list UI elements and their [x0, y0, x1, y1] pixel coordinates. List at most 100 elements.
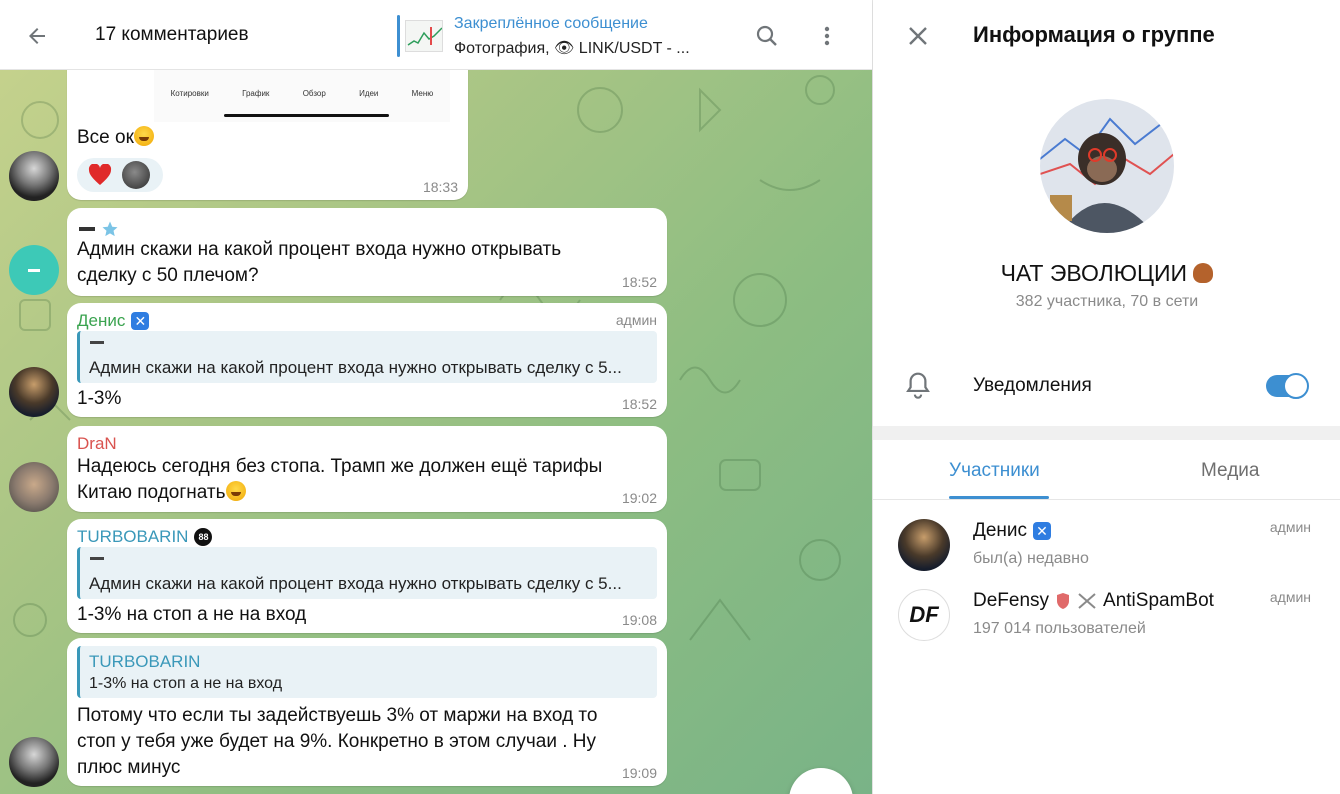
close-icon: [909, 27, 927, 45]
user-avatar[interactable]: [9, 462, 59, 512]
sender-name[interactable]: DraN: [77, 434, 117, 454]
member-item[interactable]: Денис ✕ был(а) недавно админ: [873, 514, 1340, 578]
photo-nav-item: Котировки: [170, 89, 209, 98]
bell-icon: [906, 372, 930, 399]
member-status: был(а) недавно: [973, 550, 1089, 567]
app-root: 17 комментариев Закреплённое сообщение Ф…: [0, 0, 1340, 794]
info-title: Информация о группе: [973, 22, 1215, 47]
crossed-swords-icon: [1078, 593, 1096, 609]
quote-sender-mark: [90, 341, 104, 344]
sender-name[interactable]: TURBOBARIN 88: [77, 527, 213, 547]
member-name: DeFensy AntiSpamBot: [973, 590, 1214, 611]
sender-mark: [79, 220, 119, 238]
tab-media[interactable]: Медиа: [1201, 460, 1259, 482]
group-info-header: Информация о группе ЧАТ ЭВОЛЮЦИИ 382 уча…: [873, 0, 1340, 426]
message-text: стоп у тебя уже будет на 9%. Конкретно в…: [77, 731, 596, 752]
reaction-avatar: [122, 161, 150, 189]
quote-text: 1-3% на стоп а не на вход: [89, 675, 283, 692]
user-avatar[interactable]: [9, 367, 59, 417]
star-icon: [102, 221, 118, 237]
user-avatar[interactable]: [9, 151, 59, 201]
quote-text: Админ скажи на какой процент входа нужно…: [89, 574, 622, 593]
pinned-accent-bar: [397, 15, 400, 57]
section-divider: [873, 426, 1340, 440]
admin-role: админ: [615, 312, 657, 328]
message-bubble[interactable]: Денис ✕ админ Админ скажи на какой процен…: [67, 303, 667, 417]
search-button[interactable]: [748, 17, 786, 55]
sender-name[interactable]: Денис ✕: [77, 311, 150, 331]
member-avatar: DF: [898, 589, 950, 641]
heart-icon: [88, 164, 112, 185]
member-name: Денис ✕: [973, 520, 1052, 542]
photo-preview[interactable]: Котировки График Обзор Идеи Меню: [154, 70, 450, 122]
user-avatar[interactable]: [9, 245, 59, 295]
member-status: 197 014 пользователей: [973, 620, 1146, 637]
message-time: 18:33: [422, 179, 458, 195]
group-name: ЧАТ ЭВОЛЮЦИИ: [873, 260, 1340, 287]
message-text: плюс минус: [77, 757, 181, 778]
back-arrow-icon: [29, 28, 45, 44]
reactions-bar[interactable]: [77, 158, 163, 192]
reply-quote[interactable]: TURBOBARIN 1-3% на стоп а не на вход: [77, 646, 657, 698]
message-text: Потому что если ты задействуешь 3% от ма…: [77, 705, 598, 726]
pinned-subtitle: Фотография, 👁 LINK/USDT - ...: [454, 40, 690, 57]
quote-sender: TURBOBARIN: [89, 652, 201, 671]
photo-nav-item: Меню: [411, 89, 434, 98]
message-text: Надеюсь сегодня без стопа. Трамп же долж…: [77, 456, 603, 477]
group-info-panel: Информация о группе ЧАТ ЭВОЛЮЦИИ 382 уча…: [872, 0, 1340, 794]
tab-members[interactable]: Участники: [949, 460, 1040, 482]
message-bubble[interactable]: TURBOBARIN 88 Админ скажи на какой процен…: [67, 519, 667, 633]
photo-nav-item: Идеи: [359, 89, 379, 98]
member-avatar: [898, 519, 950, 571]
reply-quote[interactable]: Админ скажи на какой процент входа нужно…: [77, 331, 657, 383]
member-role: админ: [1269, 519, 1311, 535]
toggle-knob: [1283, 373, 1309, 399]
member-item[interactable]: DF DeFensy AntiSpamBot 197 014 пользоват…: [873, 584, 1340, 648]
photo-nav-bar: Котировки График Обзор Идеи Меню: [154, 77, 450, 98]
defensy-logo: DF: [909, 602, 939, 627]
message-bubble[interactable]: TURBOBARIN 1-3% на стоп а не на вход Пот…: [67, 638, 667, 786]
grin-emoji-icon: [225, 481, 246, 501]
message-bubble-photo[interactable]: Котировки График Обзор Идеи Меню Все ок …: [67, 50, 468, 200]
reply-quote[interactable]: Админ скажи на какой процент входа нужно…: [77, 547, 657, 599]
message-text: 1-3%: [77, 388, 122, 409]
quote-sender-mark: [90, 557, 104, 560]
group-avatar[interactable]: [1040, 99, 1174, 233]
message-bubble[interactable]: Админ скажи на какой процент входа нужно…: [67, 208, 667, 296]
more-vert-icon: [824, 26, 830, 46]
pinned-message[interactable]: Закреплённое сообщение Фотография, 👁 LIN…: [397, 14, 717, 58]
shield-icon: [1057, 593, 1070, 609]
badge-88-icon: 88: [194, 528, 213, 546]
chat-header: 17 комментариев Закреплённое сообщение Ф…: [0, 0, 872, 70]
notifications-row[interactable]: Уведомления: [873, 360, 1340, 412]
pinned-title: Закреплённое сообщение: [454, 15, 648, 32]
premium-badge-icon: ✕: [131, 312, 150, 330]
notifications-label: Уведомления: [973, 375, 1092, 396]
close-button[interactable]: [899, 17, 937, 55]
chat-panel[interactable]: 17 комментариев Закреплённое сообщение Ф…: [0, 0, 872, 794]
user-avatar[interactable]: [9, 737, 59, 787]
search-icon: [756, 25, 777, 46]
photo-nav-item: График: [242, 89, 270, 98]
info-tabs: Участники Медиа: [873, 440, 1340, 500]
message-text: Китаю подогнать: [77, 480, 246, 506]
back-button[interactable]: [18, 17, 56, 55]
member-role: админ: [1269, 589, 1311, 605]
message-time: 18:52: [621, 396, 657, 412]
photo-nav-item: Обзор: [302, 89, 326, 98]
pinned-thumbnail: [405, 20, 443, 52]
more-button[interactable]: [808, 17, 846, 55]
message-bubble[interactable]: DraN Надеюсь сегодня без стопа. Трамп же…: [67, 426, 667, 512]
message-text: Админ скажи на какой процент входа нужно…: [77, 239, 562, 260]
message-time: 19:02: [621, 490, 657, 506]
monkey-emoji-icon: [1193, 263, 1214, 283]
tab-indicator: [949, 496, 1049, 499]
home-indicator: [224, 114, 389, 117]
message-time: 19:09: [621, 765, 657, 781]
premium-badge-icon: ✕: [1033, 522, 1052, 540]
message-text: 1-3% на стоп а не на вход: [77, 604, 307, 625]
group-members-count: 382 участника, 70 в сети: [1015, 293, 1199, 310]
comments-title: 17 комментариев: [95, 24, 249, 45]
scroll-down-button[interactable]: [789, 768, 853, 794]
notifications-toggle[interactable]: [1266, 373, 1309, 399]
